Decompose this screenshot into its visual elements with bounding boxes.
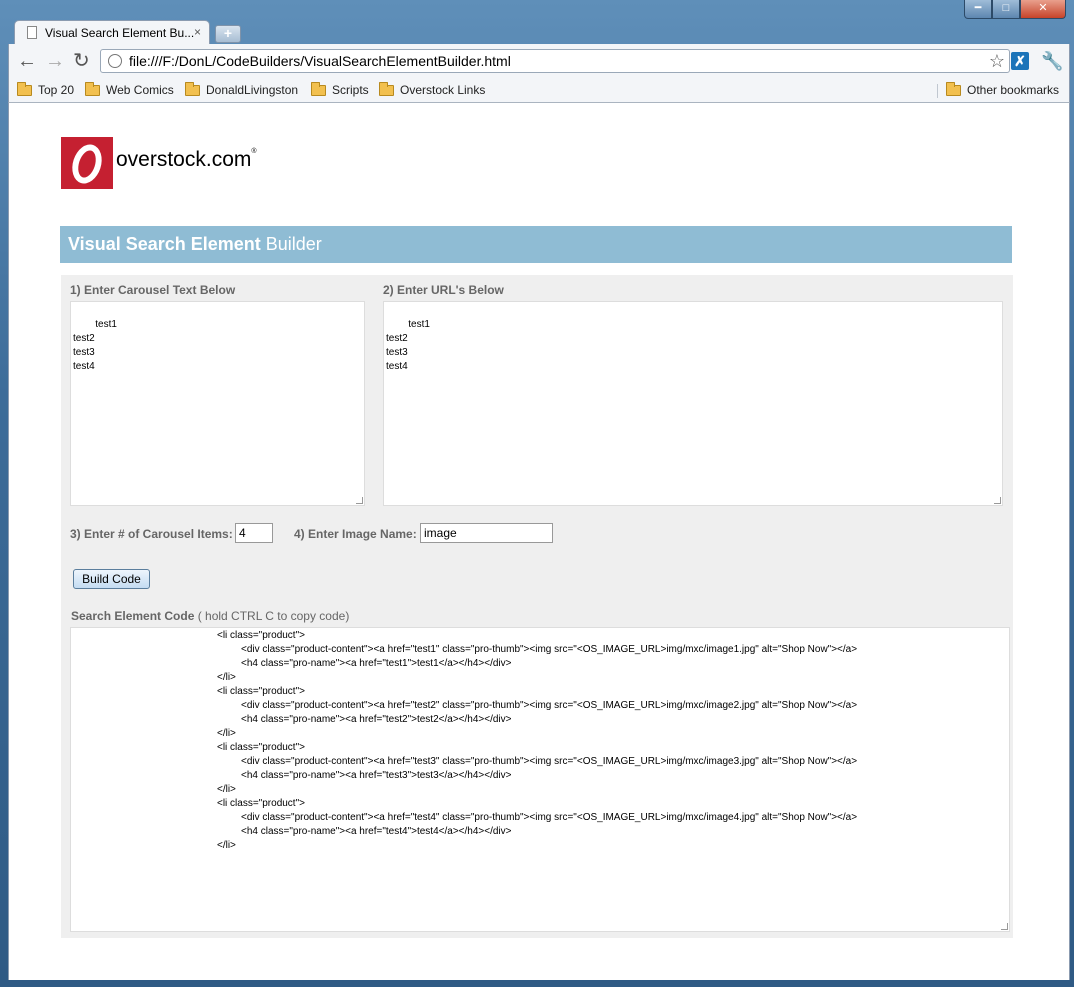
page-icon (27, 26, 37, 39)
address-bar[interactable]: file:///F:/DonL/CodeBuilders/VisualSearc… (100, 49, 1010, 73)
code-line: <li class="product"> (217, 742, 305, 753)
extension-icon[interactable]: ✗ (1011, 52, 1029, 70)
builder-panel: 1) Enter Carousel Text Below test1 test2… (61, 275, 1013, 938)
bookmark-top-20[interactable]: Top 20 (17, 81, 75, 97)
page-title-rest: Builder (260, 234, 322, 254)
folder-icon (185, 81, 200, 96)
bookmarks-bar: Top 20 Web Comics DonaldLivingston Scrip… (8, 80, 1070, 103)
code-line: <div class="product-content"><a href="te… (241, 812, 858, 823)
globe-icon (108, 54, 122, 68)
code-line: </li> (217, 784, 236, 795)
code-label-hint: ( hold CTRL C to copy code) (194, 609, 350, 623)
bookmark-web-comics[interactable]: Web Comics (85, 81, 174, 97)
window-controls: ━ □ ✕ (964, 0, 1066, 19)
star-icon[interactable]: ☆ (989, 51, 1005, 72)
resize-grip-icon[interactable] (994, 497, 1001, 504)
folder-icon (17, 81, 32, 96)
code-line: <li class="product"> (217, 630, 305, 641)
bookmark-label: Other bookmarks (967, 83, 1060, 97)
wrench-icon[interactable]: 🔧 (1041, 51, 1063, 72)
bookmark-label: Scripts (332, 83, 369, 97)
step3-label: 3) Enter # of Carousel Items: (70, 527, 233, 541)
bookmark-label: DonaldLivingston (206, 83, 299, 97)
forward-icon[interactable]: → (45, 51, 65, 71)
tab-title: Visual Search Element Bu... (45, 26, 195, 40)
minimize-button[interactable]: ━ (964, 0, 992, 19)
close-window-button[interactable]: ✕ (1020, 0, 1066, 19)
bookmark-overstock-links[interactable]: Overstock Links (379, 81, 486, 97)
bookmark-label: Top 20 (38, 83, 75, 97)
overstock-logo: overstock.com® (61, 137, 257, 189)
page-title-bold: Visual Search Element (68, 234, 261, 254)
code-line: <div class="product-content"><a href="te… (241, 644, 858, 655)
folder-icon (311, 81, 326, 96)
code-line: <h4 class="pro-name"><a href="test3">tes… (241, 770, 512, 781)
logo-mark-icon (61, 137, 113, 189)
bookmark-label: Overstock Links (400, 83, 486, 97)
bookmark-other[interactable]: Other bookmarks (946, 81, 1060, 97)
url-text: file:///F:/DonL/CodeBuilders/VisualSearc… (129, 53, 511, 69)
code-line: <div class="product-content"><a href="te… (241, 756, 858, 767)
logo-text: overstock.com® (116, 148, 257, 171)
resize-grip-icon[interactable] (356, 497, 363, 504)
step4-label: 4) Enter Image Name: (294, 527, 417, 541)
search-element-code-output[interactable]: <li class="product"> <div class="product-… (70, 627, 1010, 932)
code-line: <h4 class="pro-name"><a href="test4">tes… (241, 826, 512, 837)
new-tab-button[interactable]: + (215, 25, 241, 43)
code-line: </li> (217, 672, 236, 683)
code-label: Search Element Code ( hold CTRL C to cop… (71, 609, 349, 623)
folder-icon (946, 81, 961, 96)
carousel-text-value: test1 test2 test3 test4 (73, 319, 117, 372)
url-list-value: test1 test2 test3 test4 (386, 319, 430, 372)
code-line: <h4 class="pro-name"><a href="test2">tes… (241, 714, 512, 725)
step2-label: 2) Enter URL's Below (383, 283, 504, 297)
bookmark-donaldlivingston[interactable]: DonaldLivingston (185, 81, 299, 97)
page-viewport: overstock.com® Visual Search Element Bui… (8, 103, 1070, 980)
code-line: </li> (217, 840, 236, 851)
browser-window: ━ □ ✕ Visual Search Element Bu... × + ← … (0, 0, 1074, 987)
bookmark-label: Web Comics (106, 83, 174, 97)
browser-toolbar: ← → ↻ file:///F:/DonL/CodeBuilders/Visua… (8, 44, 1070, 80)
bookmark-scripts[interactable]: Scripts (311, 81, 369, 97)
code-line: </li> (217, 728, 236, 739)
code-line: <li class="product"> (217, 798, 305, 809)
browser-tab[interactable]: Visual Search Element Bu... × (14, 20, 210, 45)
folder-icon (379, 81, 394, 96)
page-title: Visual Search Element Builder (60, 226, 1012, 263)
carousel-text-input[interactable]: test1 test2 test3 test4 (70, 301, 365, 506)
tab-close-icon[interactable]: × (194, 25, 201, 39)
build-code-button[interactable]: Build Code (73, 569, 150, 589)
step1-label: 1) Enter Carousel Text Below (70, 283, 236, 297)
carousel-count-input[interactable] (235, 523, 273, 543)
maximize-button[interactable]: □ (992, 0, 1020, 19)
code-label-title: Search Element Code (71, 609, 195, 623)
code-line: <div class="product-content"><a href="te… (241, 700, 858, 711)
reload-icon[interactable]: ↻ (73, 51, 90, 71)
resize-grip-icon[interactable] (1001, 923, 1008, 930)
code-line: <li class="product"> (217, 686, 305, 697)
bookmark-separator (937, 84, 938, 98)
folder-icon (85, 81, 100, 96)
tab-strip: Visual Search Element Bu... × + (8, 20, 1068, 45)
image-name-input[interactable] (420, 523, 553, 543)
url-list-input[interactable]: test1 test2 test3 test4 (383, 301, 1003, 506)
code-line: <h4 class="pro-name"><a href="test1">tes… (241, 658, 512, 669)
back-icon[interactable]: ← (17, 51, 37, 71)
